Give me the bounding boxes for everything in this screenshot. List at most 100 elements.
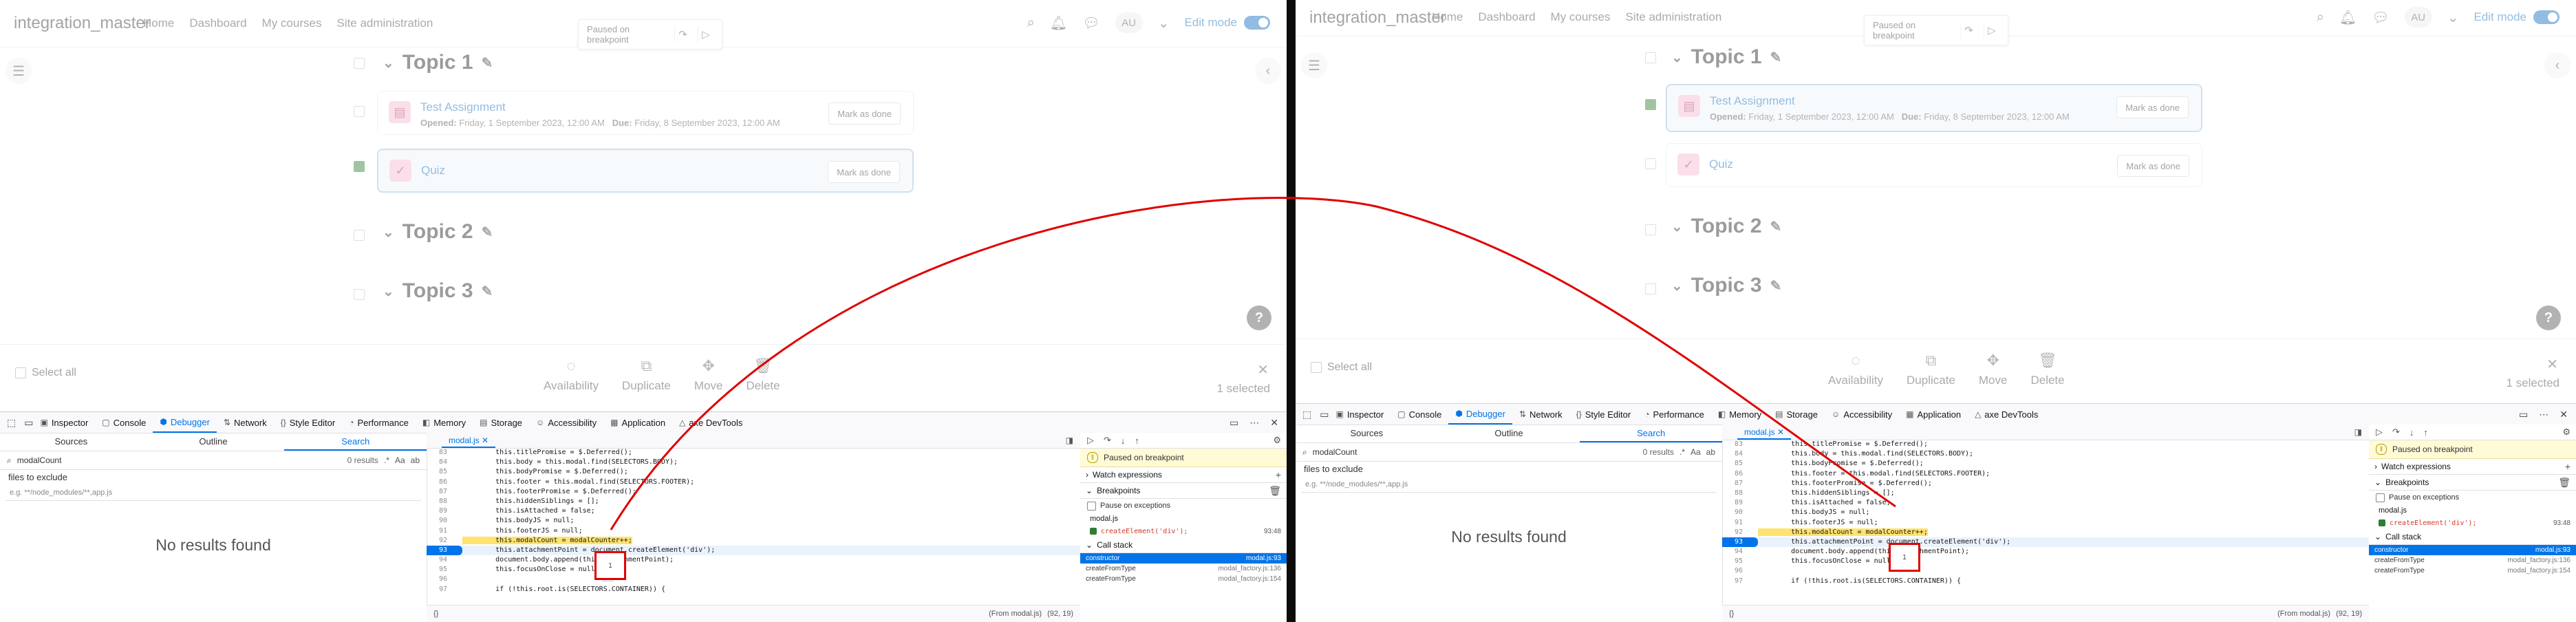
tab-console[interactable]: ▢ Console [1391, 404, 1448, 425]
line-number[interactable]: 92 [1722, 528, 1758, 537]
watch-expressions-header[interactable]: › Watch expressions + [1080, 467, 1287, 483]
nav-home[interactable]: Home [1432, 10, 1463, 24]
files-to-exclude-input[interactable]: e.g. **/node_modules/**,app.js [6, 485, 421, 501]
resume-icon[interactable]: ▷ [697, 26, 713, 43]
avatar[interactable]: AU [1115, 12, 1143, 33]
tab-search[interactable]: Search [1580, 425, 1723, 442]
step-over-icon[interactable]: ↷ [2392, 427, 2400, 438]
panel-toggle-icon[interactable]: ◨ [2354, 427, 2369, 437]
tab-application[interactable]: ▦ Application [603, 412, 672, 433]
editor-tab-file[interactable]: modal.js ✕ [442, 433, 496, 448]
pencil-icon[interactable]: ✎ [1770, 49, 1782, 66]
step-in-icon[interactable]: ↓ [2409, 427, 2414, 438]
section-checkbox[interactable] [1645, 224, 1656, 235]
case-toggle[interactable]: Aa [395, 455, 405, 465]
chevron-down-icon[interactable]: ⌄ [383, 54, 394, 72]
code-view[interactable]: 83 this.titlePromise = $.Deferred(); 84 t… [1722, 440, 2369, 605]
line-number[interactable]: 94 [1722, 547, 1758, 557]
tab-debugger[interactable]: ⬢ Debugger [153, 412, 217, 433]
section-checkbox[interactable] [1645, 52, 1656, 63]
tab-accessibility[interactable]: ☺ Accessibility [1825, 404, 1899, 425]
breakpoints-header[interactable]: ⌄ Breakpoints 🗑︎ [1080, 483, 1287, 499]
line-number[interactable]: 92 [427, 536, 462, 546]
activity-checkbox[interactable] [1645, 158, 1656, 169]
line-number[interactable]: 85 [1722, 459, 1758, 469]
code-line[interactable]: 88 this.hiddenSiblings = []; [427, 497, 1080, 506]
site-brand[interactable]: integration_master [14, 14, 151, 33]
code-line[interactable]: 85 this.bodyPromise = $.Deferred(); [1722, 459, 2369, 469]
tab-sources[interactable]: Sources [0, 433, 142, 451]
code-line[interactable]: 85 this.bodyPromise = $.Deferred(); [427, 467, 1080, 477]
tab-inspector[interactable]: ▣ Inspector [33, 412, 95, 433]
step-in-icon[interactable]: ↓ [1121, 436, 1126, 446]
avatar[interactable]: AU [2404, 7, 2432, 28]
step-over-icon[interactable]: ↷ [674, 26, 690, 43]
code-line[interactable]: 87 this.footerPromise = $.Deferred(); [1722, 479, 2369, 489]
code-line[interactable]: 86 this.footer = this.modal.find(SELECTO… [427, 478, 1080, 487]
activity-title[interactable]: Quiz [1709, 158, 1733, 171]
search-icon[interactable]: ⌕ [1027, 15, 1035, 31]
panel-toggle-icon[interactable]: ◨ [1066, 436, 1080, 445]
code-line[interactable]: 96 [427, 575, 1080, 584]
dock-icon[interactable]: ▭ [1230, 417, 1238, 429]
select-all[interactable]: Select all [1311, 361, 1372, 374]
select-all-checkbox[interactable] [15, 367, 26, 378]
call-stack-frame[interactable]: constructor modal.js:93 [2369, 545, 2576, 555]
delete-button[interactable]: 🗑︎ Delete [2030, 352, 2064, 387]
activity-card-selected[interactable]: ✓ Quiz Mark as done [377, 149, 914, 193]
pause-on-exceptions[interactable]: Pause on exceptions [1080, 499, 1287, 513]
block-drawer-toggle[interactable]: ‹ [1255, 58, 1281, 84]
line-number[interactable]: 96 [1722, 566, 1758, 576]
line-number[interactable]: 90 [1722, 508, 1758, 517]
pause-on-exceptions-checkbox[interactable] [2376, 493, 2385, 502]
code-line[interactable]: 83 this.titlePromise = $.Deferred(); [427, 448, 1080, 458]
line-number[interactable]: 91 [1722, 518, 1758, 528]
pencil-icon[interactable]: ✎ [1770, 218, 1782, 235]
close-icon[interactable]: ✕ [2559, 409, 2568, 420]
step-over-icon[interactable]: ↷ [1960, 22, 1976, 39]
code-view[interactable]: 83 this.titlePromise = $.Deferred(); 84 t… [427, 448, 1080, 605]
activity-card-selected[interactable]: ▤ Test Assignment Opened: Friday, 1 Sept… [1666, 84, 2202, 132]
line-number[interactable]: 97 [427, 585, 462, 594]
nav-site-administration[interactable]: Site administration [1625, 10, 1721, 24]
chevron-down-icon[interactable]: ⌄ [1671, 49, 1683, 66]
breakpoints-header[interactable]: ⌄ Breakpoints 🗑︎ [2369, 475, 2576, 491]
line-number[interactable]: 85 [427, 467, 462, 477]
code-line[interactable]: 97 if (!this.root.is(SELECTORS.CONTAINER… [427, 585, 1080, 594]
section-checkbox[interactable] [1645, 283, 1656, 294]
nav-dashboard[interactable]: Dashboard [1478, 10, 1535, 24]
tab-axe-devtools[interactable]: △ axe DevTools [672, 412, 749, 433]
chevron-down-icon[interactable]: ⌄ [1671, 218, 1683, 235]
select-all-checkbox[interactable] [1311, 362, 1322, 373]
line-number[interactable]: 86 [427, 478, 462, 487]
step-out-icon[interactable]: ↑ [1135, 436, 1139, 446]
tab-inspector[interactable]: ▣ Inspector [1329, 404, 1391, 425]
tab-performance[interactable]: ◔ Performance [1638, 404, 1711, 425]
course-index-toggle[interactable]: ☰ [6, 58, 32, 84]
call-stack-frame[interactable]: createFromType modal_factory.js:154 [1080, 574, 1287, 584]
block-drawer-toggle[interactable]: ‹ [2544, 52, 2570, 78]
pencil-icon[interactable]: ✎ [482, 283, 493, 300]
tab-memory[interactable]: ◧ Memory [1711, 404, 1768, 425]
add-icon[interactable]: + [1276, 469, 1281, 480]
code-line[interactable]: 94 document.body.append(this.attachmentP… [427, 555, 1080, 565]
more-options-icon[interactable]: ⋯ [2539, 409, 2548, 420]
call-stack-frame[interactable]: constructor modal.js:93 [1080, 553, 1287, 564]
editor-tab-file[interactable]: modal.js ✕ [1737, 425, 1792, 440]
more-options-icon[interactable]: ⋯ [1249, 417, 1259, 429]
regex-toggle[interactable]: .* [1679, 447, 1685, 457]
pencil-icon[interactable]: ✎ [482, 224, 493, 241]
tab-performance[interactable]: ◔ Performance [342, 412, 416, 433]
call-stack-header[interactable]: ⌄ Call stack [2369, 529, 2576, 545]
line-number[interactable]: 97 [1722, 577, 1758, 586]
line-number[interactable]: 84 [1722, 449, 1758, 459]
mark-as-done-button[interactable]: Mark as done [2116, 96, 2189, 118]
tab-sources[interactable]: Sources [1296, 425, 1438, 442]
call-stack-header[interactable]: ⌄ Call stack [1080, 537, 1287, 553]
mark-as-done-button[interactable]: Mark as done [828, 161, 900, 183]
line-number[interactable]: 89 [427, 506, 462, 516]
code-line[interactable]: 84 this.body = this.modal.find(SELECTORS… [1722, 449, 2369, 459]
nav-home[interactable]: Home [143, 17, 174, 30]
line-number[interactable]: 88 [427, 497, 462, 506]
pencil-icon[interactable]: ✎ [482, 54, 493, 72]
